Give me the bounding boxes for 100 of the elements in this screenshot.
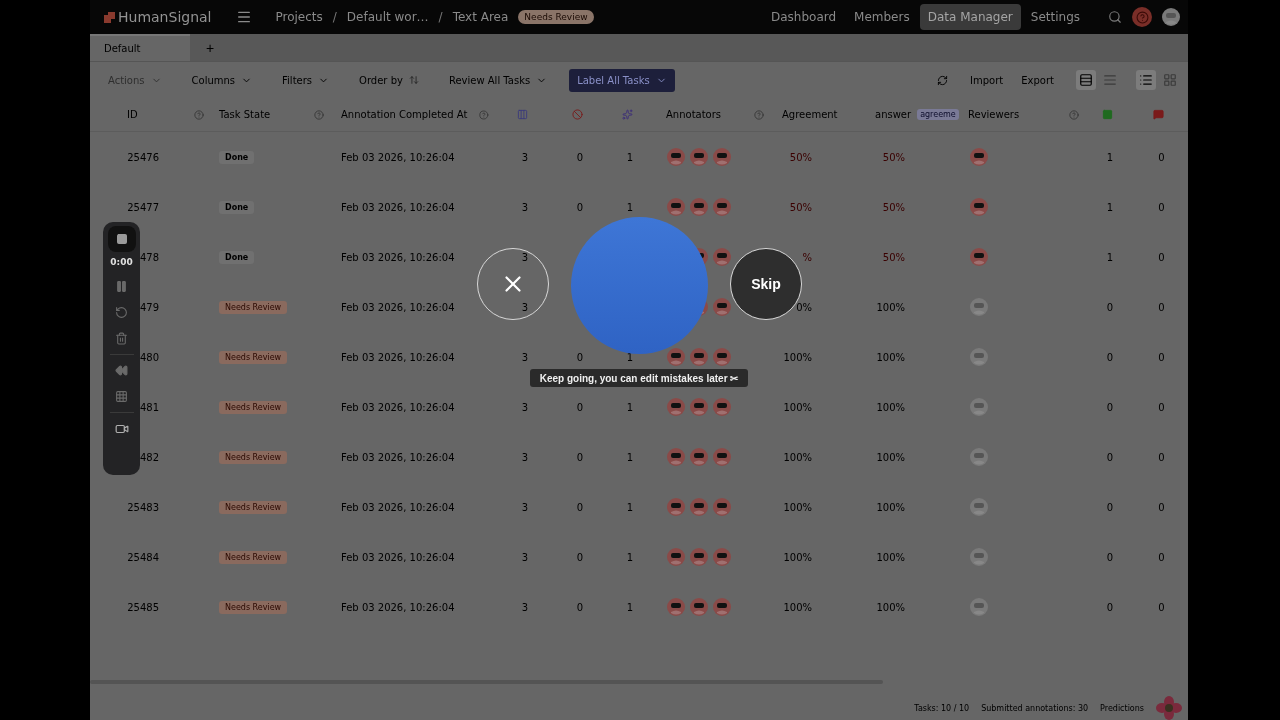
nav-link[interactable]: Settings [1022, 4, 1088, 30]
annotator-avatar [690, 448, 708, 466]
table-cell: 0 [1158, 601, 1165, 613]
state-badge: Needs Review [219, 500, 288, 514]
agreement-value: % [801, 251, 812, 263]
reviewer-avatar [970, 348, 988, 366]
answer-value: 100% [875, 601, 905, 613]
toolbar-button[interactable]: Filters [274, 68, 338, 92]
breadcrumb-link[interactable]: Default wor… [346, 10, 429, 24]
restart-icon[interactable] [115, 306, 128, 319]
user-avatar [1162, 8, 1180, 26]
completed-date: Feb 03 2026, 10:26:04 [341, 301, 455, 313]
answer-value: 100% [875, 301, 905, 313]
reviewer-avatar [970, 198, 988, 216]
column-header[interactable]: answer [875, 109, 912, 120]
agreement-value: 100% [782, 551, 812, 563]
annotator-avatar [713, 448, 731, 466]
toolbar-button[interactable]: Label All Tasks [569, 68, 675, 92]
annotator-avatar [667, 348, 685, 366]
answer-value: 100% [875, 451, 905, 463]
refresh-icon[interactable] [937, 74, 949, 86]
state-badge: Needs Review [219, 400, 288, 414]
agreement-value: 100% [782, 351, 812, 363]
table-cell: 3 [521, 151, 529, 163]
view-tab[interactable]: Default [90, 34, 190, 61]
completed-date: Feb 03 2026, 10:26:04 [341, 351, 455, 363]
grid-icon[interactable] [115, 390, 128, 403]
completed-date: Feb 03 2026, 10:26:04 [341, 551, 455, 563]
trash-icon[interactable] [115, 332, 128, 345]
completed-date: Feb 03 2026, 10:26:04 [341, 151, 455, 163]
toolbar-button[interactable]: Columns [183, 68, 261, 92]
table-cell: 3 [521, 501, 529, 513]
menu-icon[interactable] [235, 9, 252, 25]
toolbar-button[interactable]: Review All Tasks [440, 68, 556, 92]
breadcrumb-link[interactable]: Text Area [452, 10, 509, 24]
table-cell: 1 [626, 451, 634, 463]
completed-date: Feb 03 2026, 10:26:04 [341, 451, 455, 463]
annotator-avatar [690, 148, 708, 166]
column-header[interactable]: ID [127, 109, 138, 120]
completed-date: Feb 03 2026, 10:26:04 [341, 201, 455, 213]
column-header[interactable]: Annotators [666, 109, 722, 120]
column-header[interactable]: Annotation Completed At [341, 109, 468, 120]
annotator-avatar [713, 298, 731, 316]
answer-value: 50% [881, 251, 905, 263]
table-cell: 1 [626, 151, 634, 163]
status-badge: Needs Review [518, 10, 594, 24]
add-tab-button[interactable]: + [190, 34, 230, 61]
annotator-avatar [713, 248, 731, 266]
reviewer-avatar [970, 598, 988, 616]
stop-button[interactable] [107, 226, 136, 252]
table-cell: 1 [626, 601, 634, 613]
column-header[interactable]: Task State [219, 109, 271, 120]
answer-value: 100% [875, 501, 905, 513]
column-header[interactable]: Agreement [782, 109, 838, 120]
answer-value: 50% [881, 201, 905, 213]
flower-icon[interactable] [1156, 696, 1182, 720]
density-toggle[interactable] [1076, 70, 1096, 90]
table-cell: 0 [576, 451, 584, 463]
table-cell: 0 [1158, 501, 1165, 513]
reviewer-avatar [970, 248, 988, 266]
annotator-avatar [713, 398, 731, 416]
annotator-avatar [667, 448, 685, 466]
table-cell: 0 [1106, 551, 1114, 563]
annotator-avatar [713, 148, 731, 166]
breadcrumb-separator: / [438, 10, 443, 24]
state-badge: Needs Review [219, 600, 288, 614]
search-icon[interactable] [1108, 10, 1122, 24]
nav-link[interactable]: Members [846, 4, 918, 30]
table-cell: 0 [1158, 401, 1165, 413]
view-toggle[interactable] [1136, 70, 1156, 90]
nav-link[interactable]: Data Manager [919, 4, 1021, 30]
help-icon[interactable] [1132, 7, 1152, 27]
comment-icon [1153, 109, 1164, 120]
agreement-value: 50% [788, 151, 812, 163]
annotator-avatar [690, 498, 708, 516]
column-header[interactable]: Reviewers [968, 109, 1020, 120]
state-badge: Done [219, 250, 255, 264]
table-cell: 0 [1106, 401, 1114, 413]
table-cell: 3 [521, 401, 529, 413]
toolbar-link[interactable]: Import [964, 70, 1010, 90]
table-cell: 0 [1158, 151, 1165, 163]
camera-icon[interactable] [114, 422, 129, 436]
reviewer-avatar [970, 398, 988, 416]
table-cell: 1 [1106, 201, 1114, 213]
task-id: 25483 [127, 501, 159, 513]
table-cell: 1 [1106, 251, 1114, 263]
rewind-icon[interactable] [115, 364, 128, 377]
toolbar-link[interactable]: Export [1015, 70, 1060, 90]
annotator-avatar [690, 598, 708, 616]
table-cell: 1 [626, 501, 634, 513]
logo-icon [104, 11, 115, 23]
pause-icon[interactable] [115, 280, 128, 293]
rows-icon [1079, 73, 1093, 87]
annotator-avatar [667, 598, 685, 616]
nav-link[interactable]: Dashboard [762, 4, 845, 30]
toolbar-button[interactable]: Order by [351, 68, 427, 92]
recording-time: 0:00 [110, 257, 133, 267]
answer-value: 100% [875, 401, 905, 413]
hint-tooltip: Keep going, you can edit mistakes later ✂ [530, 369, 748, 387]
breadcrumb-link[interactable]: Projects [275, 10, 323, 24]
